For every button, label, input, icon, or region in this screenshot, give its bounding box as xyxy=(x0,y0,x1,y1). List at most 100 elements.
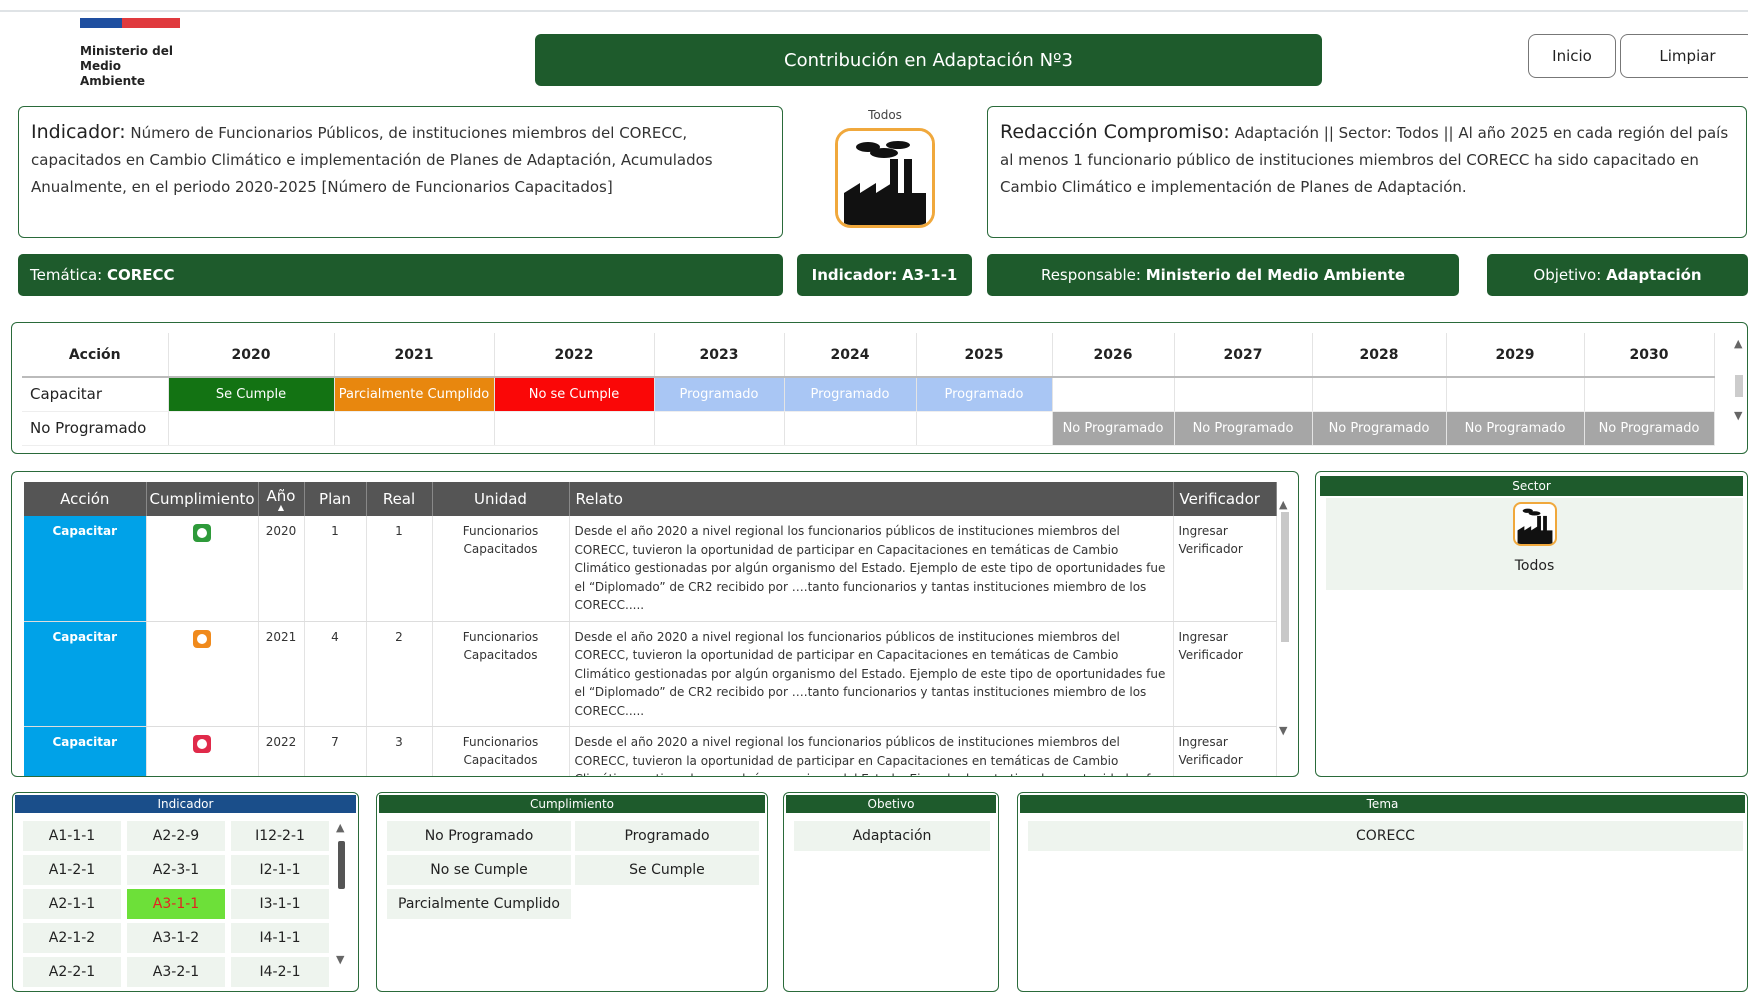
timeline-cell xyxy=(1312,377,1447,412)
indicador-chip-selected[interactable]: A3-1-1 xyxy=(127,889,225,919)
chevron-up-icon[interactable]: ▲ xyxy=(1734,337,1742,350)
timeline-year: 2022 xyxy=(494,333,655,378)
timeline-cell[interactable]: No se Cumple xyxy=(494,377,655,412)
cumplimiento-filter-title: Cumplimiento xyxy=(379,795,765,813)
timeline-cell xyxy=(1584,377,1715,412)
row-accion[interactable]: Capacitar xyxy=(24,726,147,776)
timeline-year: 2026 xyxy=(1052,333,1175,378)
chevron-down-icon[interactable]: ▼ xyxy=(1279,724,1287,737)
indicador-chip[interactable]: I4-2-1 xyxy=(231,957,329,987)
indicador-chip[interactable]: A2-3-1 xyxy=(127,855,225,885)
indicador-chip[interactable]: I3-1-1 xyxy=(231,889,329,919)
timeline-cell xyxy=(494,411,655,446)
objetivo-chip[interactable]: Adaptación xyxy=(794,821,990,851)
indicador-chip[interactable]: A2-1-1 xyxy=(23,889,121,919)
indicador-filter-title: Indicador xyxy=(15,795,356,813)
table-row[interactable]: Capacitar 2020 1 1 Funcionarios Capacita… xyxy=(24,516,1277,622)
col-anio[interactable]: Año ▲ xyxy=(258,482,305,516)
status-orange-icon xyxy=(193,629,211,648)
row-plan: 4 xyxy=(304,621,367,727)
timeline-cell[interactable]: No Programado xyxy=(1446,411,1585,446)
timeline-matrix: Acción 2020 2021 2022 2023 2024 2025 202… xyxy=(11,322,1748,454)
row-verificador[interactable]: Ingresar Verificador xyxy=(1173,621,1277,727)
timeline-cell[interactable]: Se Cumple xyxy=(168,377,335,412)
timeline-cell xyxy=(916,411,1053,446)
timeline-cell xyxy=(1174,377,1313,412)
limpiar-button[interactable]: Limpiar xyxy=(1620,34,1748,78)
indicador-chip[interactable]: A1-1-1 xyxy=(23,821,121,851)
chevron-down-icon[interactable]: ▼ xyxy=(1734,409,1742,422)
cumplimiento-chip[interactable]: No se Cumple xyxy=(387,855,571,885)
timeline-scrollbar[interactable]: ▲ ▼ xyxy=(1731,329,1747,449)
timeline-cell[interactable]: Programado xyxy=(916,377,1053,412)
indicador-chip[interactable]: I2-1-1 xyxy=(231,855,329,885)
timeline-row-no-programado: No Programado No Programado No Programad… xyxy=(22,411,1715,446)
timeline-action[interactable]: No Programado xyxy=(22,411,169,446)
timeline-year: 2027 xyxy=(1174,333,1313,378)
timeline-year: 2021 xyxy=(334,333,495,378)
timeline-cell[interactable]: Programado xyxy=(654,377,785,412)
timeline-year: 2030 xyxy=(1584,333,1715,378)
chevron-up-icon[interactable]: ▲ xyxy=(1279,498,1287,511)
cumplimiento-chip[interactable]: Se Cumple xyxy=(575,855,759,885)
row-verificador[interactable]: Ingresar Verificador xyxy=(1173,516,1277,622)
indicador-code-value: A3-1-1 xyxy=(902,266,958,284)
indicador-chip[interactable]: A2-2-1 xyxy=(23,957,121,987)
timeline-cell[interactable]: No Programado xyxy=(1174,411,1313,446)
factory-icon xyxy=(1512,502,1557,546)
indicador-chip[interactable]: A1-2-1 xyxy=(23,855,121,885)
sector-item-todos[interactable]: Todos xyxy=(1326,498,1743,590)
status-red-icon xyxy=(193,735,211,753)
col-verificador[interactable]: Verificador xyxy=(1173,482,1277,516)
timeline-action[interactable]: Capacitar xyxy=(22,377,169,412)
indicador-chip[interactable]: A2-2-9 xyxy=(127,821,225,851)
redaccion-label: Redacción Compromiso: xyxy=(1000,121,1230,143)
col-plan[interactable]: Plan xyxy=(304,482,367,516)
sector-title: Sector xyxy=(1320,476,1743,496)
timeline-row-capacitar: Capacitar Se Cumple Parcialmente Cumplid… xyxy=(22,377,1715,412)
indicador-chip[interactable]: A2-1-2 xyxy=(23,923,121,953)
sector-icon-block: Todos xyxy=(830,108,940,228)
indicador-code-bar: Indicador: A3-1-1 xyxy=(797,254,972,296)
indicador-scrollbar[interactable]: ▲ ▼ xyxy=(335,821,349,971)
indicador-chip[interactable]: I4-1-1 xyxy=(231,923,329,953)
indicador-chip[interactable]: A3-2-1 xyxy=(127,957,225,987)
timeline-cell[interactable]: Parcialmente Cumplido xyxy=(334,377,495,412)
indicador-label: Indicador: xyxy=(31,121,126,143)
detail-scrollbar[interactable]: ▲ ▼ xyxy=(1276,482,1294,768)
scroll-thumb[interactable] xyxy=(1735,375,1743,397)
objetivo-filter-title: Obetivo xyxy=(786,795,996,813)
row-accion[interactable]: Capacitar xyxy=(24,621,147,727)
col-accion[interactable]: Acción xyxy=(24,482,147,516)
col-relato[interactable]: Relato xyxy=(569,482,1174,516)
row-accion[interactable]: Capacitar xyxy=(24,516,147,622)
cumplimiento-chip[interactable]: No Programado xyxy=(387,821,571,851)
indicador-chip[interactable]: I12-2-1 xyxy=(231,821,329,851)
col-real[interactable]: Real xyxy=(366,482,433,516)
timeline-year: 2023 xyxy=(654,333,785,378)
inicio-button[interactable]: Inicio xyxy=(1528,34,1616,78)
row-verificador[interactable]: Ingresar Verificador xyxy=(1173,726,1277,776)
tema-chip[interactable]: CORECC xyxy=(1028,821,1743,851)
indicador-chip[interactable]: A3-1-2 xyxy=(127,923,225,953)
col-unidad[interactable]: Unidad xyxy=(432,482,570,516)
scroll-thumb[interactable] xyxy=(1281,512,1289,642)
timeline-cell xyxy=(1446,377,1585,412)
table-row[interactable]: Capacitar 2022 7 3 Funcionarios Capacita… xyxy=(24,726,1277,776)
timeline-cell[interactable]: No Programado xyxy=(1584,411,1715,446)
table-row[interactable]: Capacitar 2021 4 2 Funcionarios Capacita… xyxy=(24,621,1277,727)
timeline-cell xyxy=(1052,377,1175,412)
redaccion-compromiso: Redacción Compromiso: Adaptación || Sect… xyxy=(987,106,1747,238)
chevron-up-icon[interactable]: ▲ xyxy=(336,821,344,834)
responsable-bar: Responsable: Ministerio del Medio Ambien… xyxy=(987,254,1459,296)
timeline-cell[interactable]: No Programado xyxy=(1312,411,1447,446)
cumplimiento-chip[interactable]: Programado xyxy=(575,821,759,851)
timeline-cell[interactable]: Programado xyxy=(784,377,917,412)
col-cumplimiento[interactable]: Cumplimiento xyxy=(146,482,259,516)
row-anio: 2021 xyxy=(258,621,305,727)
cumplimiento-chip[interactable]: Parcialmente Cumplido xyxy=(387,889,571,919)
row-anio: 2022 xyxy=(258,726,305,776)
chevron-down-icon[interactable]: ▼ xyxy=(336,953,344,966)
timeline-cell[interactable]: No Programado xyxy=(1052,411,1175,446)
scroll-thumb[interactable] xyxy=(338,841,345,889)
